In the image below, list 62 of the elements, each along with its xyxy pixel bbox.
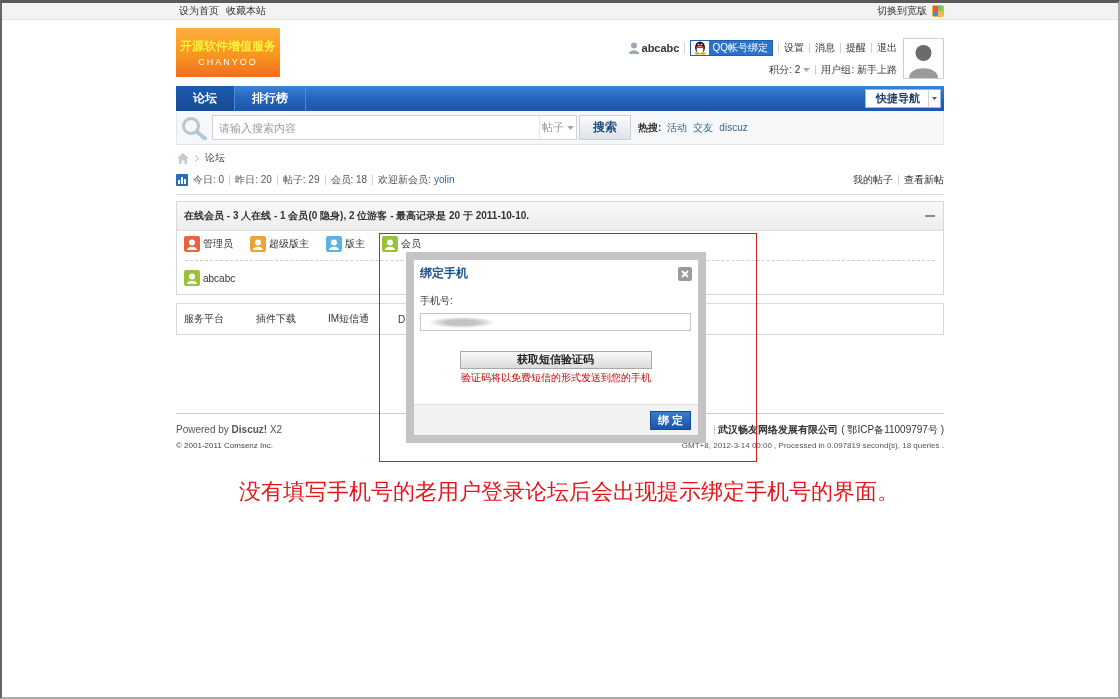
caret-icon: [803, 67, 811, 72]
legend-label: 会员: [401, 237, 421, 251]
user-menu-link[interactable]: 提醒: [846, 40, 866, 55]
stat-text: 会员: 18: [330, 172, 368, 187]
phone-label: 手机号:: [420, 295, 453, 307]
bar-chart-icon: [176, 173, 188, 186]
user-menu-link[interactable]: 设置: [784, 40, 804, 55]
bind-button[interactable]: 绑 定: [650, 410, 691, 430]
top-link[interactable]: 设为首页: [179, 5, 219, 17]
nav-tab[interactable]: 论坛: [176, 86, 235, 111]
user-menu-link[interactable]: 退出: [877, 40, 897, 55]
legend-label: 超级版主: [269, 237, 309, 251]
quick-nav-button[interactable]: 快捷导航: [865, 89, 941, 108]
hot-search-link[interactable]: discuz: [719, 122, 748, 133]
annotation-caption: 没有填写手机号的老用户登录论坛后会出现提示绑定手机号的界面。: [239, 479, 899, 505]
member-link[interactable]: abcabc: [184, 270, 236, 286]
hot-search-label: 热搜:: [638, 120, 662, 135]
user-icon: [628, 41, 639, 54]
dialog-title: 绑定手机: [420, 265, 468, 282]
top-link[interactable]: 收藏本站: [226, 5, 266, 17]
legend-label: 管理员: [203, 237, 233, 251]
thread-link[interactable]: 我的帖子: [853, 172, 893, 187]
user-menu-link[interactable]: 消息: [815, 40, 835, 55]
icp-link[interactable]: ( 鄂ICP备11009797号 ): [841, 422, 944, 437]
close-icon[interactable]: [678, 266, 692, 281]
legend-label: 版主: [345, 237, 365, 251]
service-link[interactable]: D: [398, 313, 406, 325]
new-member-link[interactable]: yolin: [433, 174, 455, 185]
stat-text: 今日: 0: [193, 172, 225, 187]
logo-title: 开源软件增值服务: [180, 38, 276, 53]
chevron-icon: [195, 154, 199, 162]
logo-subtitle: CHANYOO: [198, 56, 258, 67]
colorful-square-icon[interactable]: [932, 5, 944, 17]
new-member-label: 欢迎新会员:: [378, 172, 431, 187]
service-link[interactable]: 插件下载: [256, 312, 296, 326]
online-summary-text: 在线会员 - 3 人在线 - 1 会员(0 隐身), 2 位游客 - 最高记录是 20 于 2011-10-10.: [184, 209, 530, 223]
caret-icon: [932, 97, 937, 100]
powered-by-text: Powered by Discuz! X2: [176, 423, 283, 436]
hot-search-link[interactable]: 活动: [667, 120, 688, 135]
search-button[interactable]: 搜索: [579, 115, 631, 140]
penguin-icon: [691, 40, 710, 55]
qq-bind-button[interactable]: QQ帐号绑定: [690, 39, 773, 56]
copyright-text: © 2001-2011 Comsenz Inc.: [176, 441, 274, 451]
credits-link[interactable]: 积分: 2: [769, 62, 811, 77]
user-group-text: 用户组: 新手上路: [821, 62, 897, 77]
avatar-icon[interactable]: [903, 38, 944, 79]
hot-search-link[interactable]: 交友: [693, 120, 714, 135]
service-link[interactable]: IM短信通: [328, 312, 370, 326]
sms-note-text: 验证码将以免费短信的形式发送到您的手机: [460, 372, 651, 384]
caret-icon: [567, 125, 574, 130]
username-link[interactable]: abcabc: [641, 41, 680, 54]
stat-text: 昨日: 20: [235, 172, 272, 187]
phone-input-field[interactable]: [420, 313, 691, 331]
service-link[interactable]: 服务平台: [184, 312, 224, 326]
wide-mode-link[interactable]: 切换到宽版: [877, 5, 927, 17]
search-field[interactable]: 请输入搜索内容: [212, 115, 540, 140]
breadcrumb-link[interactable]: 论坛: [205, 151, 225, 165]
stat-text: 帖子: 29: [282, 172, 320, 187]
thread-link[interactable]: 查看新帖: [904, 172, 944, 187]
search-icon: [181, 115, 207, 140]
get-sms-code-button[interactable]: 获取短信验证码: [459, 351, 652, 369]
home-icon[interactable]: [177, 152, 189, 164]
